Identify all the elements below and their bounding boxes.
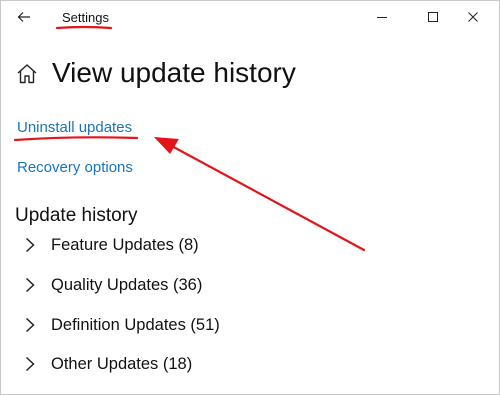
app-title: Settings xyxy=(62,10,109,25)
update-history-heading: Update history xyxy=(15,205,138,226)
close-icon xyxy=(468,12,478,22)
uninstall-updates-link[interactable]: Uninstall updates xyxy=(17,119,132,136)
maximize-icon xyxy=(428,12,438,22)
history-item-label: Other Updates (18) xyxy=(51,354,193,373)
history-item-quality-updates[interactable]: Quality Updates (36) xyxy=(23,271,202,299)
recovery-options-link[interactable]: Recovery options xyxy=(17,159,133,176)
chevron-right-icon xyxy=(23,316,37,334)
close-button[interactable] xyxy=(458,5,488,29)
chevron-right-icon xyxy=(23,355,37,373)
history-item-label: Feature Updates (8) xyxy=(51,235,199,254)
history-item-label: Definition Updates (51) xyxy=(51,315,220,334)
arrow-left-icon xyxy=(17,12,30,22)
history-item-definition-updates[interactable]: Definition Updates (51) xyxy=(23,311,220,339)
settings-window: Settings View update history Uninstall u… xyxy=(0,0,500,395)
history-item-feature-updates[interactable]: Feature Updates (8) xyxy=(23,231,199,259)
maximize-button[interactable] xyxy=(418,5,448,29)
page-title: View update history xyxy=(52,57,296,88)
minimize-icon xyxy=(377,17,387,18)
chevron-right-icon xyxy=(23,276,37,294)
minimize-button[interactable] xyxy=(367,5,397,29)
history-item-label: Quality Updates (36) xyxy=(51,275,203,294)
home-icon[interactable] xyxy=(15,62,39,86)
history-item-other-updates[interactable]: Other Updates (18) xyxy=(23,350,192,378)
title-bar: Settings xyxy=(1,1,499,35)
chevron-right-icon xyxy=(23,236,37,254)
back-button[interactable] xyxy=(11,5,37,29)
